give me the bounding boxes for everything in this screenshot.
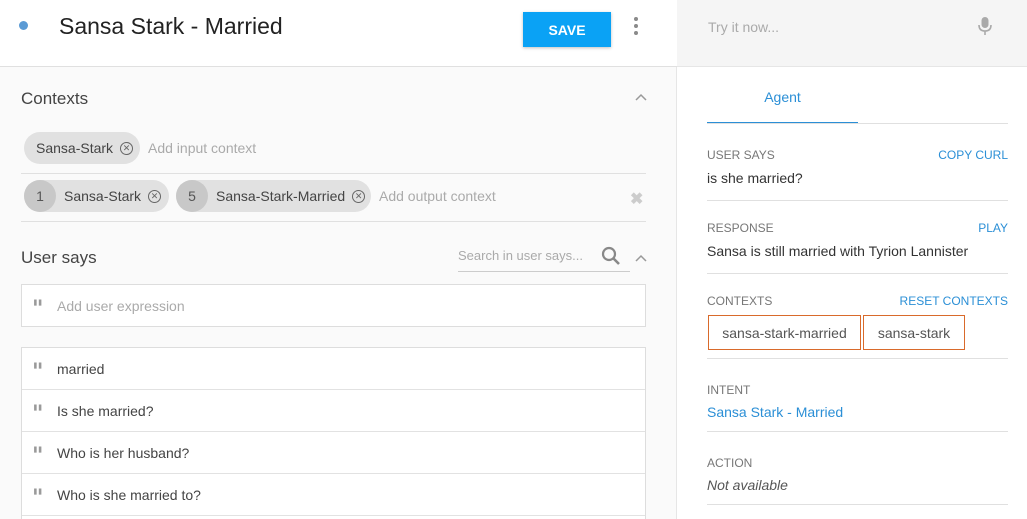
more-options-icon[interactable]	[628, 16, 644, 38]
context-lifespan[interactable]: 1	[24, 180, 56, 212]
response-value: Sansa is still married with Tyrion Lanni…	[707, 243, 969, 259]
list-item[interactable]: " Is she married?	[22, 390, 645, 432]
add-user-expression-placeholder[interactable]: Add user expression	[57, 298, 185, 314]
divider	[707, 431, 1008, 432]
collapse-user-says-chevron-icon[interactable]	[635, 254, 647, 262]
divider	[707, 358, 1008, 359]
expression-text[interactable]: Who is her husband?	[57, 445, 189, 461]
response-label: RESPONSE	[707, 221, 774, 235]
action-value: Not available	[707, 477, 788, 493]
save-button[interactable]: SAVE	[523, 12, 611, 47]
microphone-icon[interactable]	[977, 16, 993, 36]
active-context-badge[interactable]: sansa-stark	[863, 315, 965, 350]
add-input-context-field[interactable]: Add input context	[148, 140, 256, 156]
divider	[707, 123, 1008, 124]
intent-panel: Sansa Stark - Married SAVE Contexts Sans…	[0, 0, 677, 519]
action-label: ACTION	[707, 456, 753, 470]
user-expressions-list: " married " Is she married? " Who is her…	[21, 347, 646, 519]
output-context-label: Sansa-Stark	[64, 188, 142, 204]
user-says-search-input[interactable]	[458, 248, 596, 263]
quote-icon: "	[32, 359, 44, 385]
clear-contexts-icon[interactable]: ✖	[630, 189, 643, 209]
user-says-search[interactable]	[458, 246, 630, 272]
quote-icon: "	[32, 296, 44, 322]
expression-text[interactable]: married	[57, 361, 104, 377]
try-it-input[interactable]	[708, 19, 958, 35]
intent-header: Sansa Stark - Married SAVE	[0, 0, 677, 67]
play-link[interactable]: PLAY	[978, 221, 1008, 235]
intent-label: INTENT	[707, 383, 751, 397]
remove-context-icon[interactable]: ✕	[148, 189, 162, 203]
input-context-chip[interactable]: Sansa-Stark ✕	[24, 132, 140, 164]
remove-context-icon[interactable]: ✕	[120, 141, 134, 155]
contexts-label: CONTEXTS	[707, 294, 773, 308]
divider	[707, 273, 1008, 274]
list-item[interactable]: " married	[22, 348, 645, 390]
context-lifespan[interactable]: 5	[176, 180, 208, 212]
status-dot-icon	[19, 21, 28, 30]
output-context-chip[interactable]: 1 Sansa-Stark ✕	[24, 180, 169, 212]
list-item[interactable]: " Who is her husband?	[22, 432, 645, 474]
input-context-label: Sansa-Stark	[36, 140, 114, 156]
expression-text[interactable]: Who is she married to?	[57, 487, 201, 503]
divider	[21, 221, 646, 222]
quote-icon: "	[32, 485, 44, 511]
quote-icon: "	[32, 443, 44, 469]
divider	[21, 173, 646, 174]
list-item[interactable]: " Who is she married to?	[22, 474, 645, 516]
intent-name[interactable]: Sansa Stark - Married	[59, 13, 283, 40]
quote-icon: "	[32, 401, 44, 427]
tab-agent[interactable]: Agent	[707, 86, 858, 124]
intent-editor: Sansa Stark - Married SAVE Contexts Sans…	[0, 0, 1027, 519]
add-user-expression-field[interactable]: " Add user expression	[21, 284, 646, 327]
remove-context-icon[interactable]: ✕	[352, 189, 366, 203]
search-icon[interactable]	[601, 246, 621, 266]
test-console: Agent USER SAYS COPY CURL is she married…	[677, 0, 1027, 519]
add-output-context-field[interactable]: Add output context	[379, 188, 496, 204]
expression-text[interactable]: Is she married?	[57, 403, 153, 419]
reset-contexts-link[interactable]: RESET CONTEXTS	[900, 294, 1008, 308]
try-it-bar	[677, 0, 1027, 67]
output-context-chip[interactable]: 5 Sansa-Stark-Married ✕	[176, 180, 371, 212]
contexts-title: Contexts	[21, 89, 89, 108]
user-says-title: User says	[21, 248, 97, 267]
divider	[707, 200, 1008, 201]
user-says-label: USER SAYS	[707, 148, 775, 162]
active-context-badge[interactable]: sansa-stark-married	[708, 315, 861, 350]
divider	[707, 504, 1008, 505]
copy-curl-link[interactable]: COPY CURL	[938, 148, 1008, 162]
user-says-value: is she married?	[707, 170, 803, 186]
matched-intent-link[interactable]: Sansa Stark - Married	[707, 404, 843, 420]
collapse-contexts-chevron-icon[interactable]	[635, 93, 647, 101]
output-context-label: Sansa-Stark-Married	[216, 188, 346, 204]
